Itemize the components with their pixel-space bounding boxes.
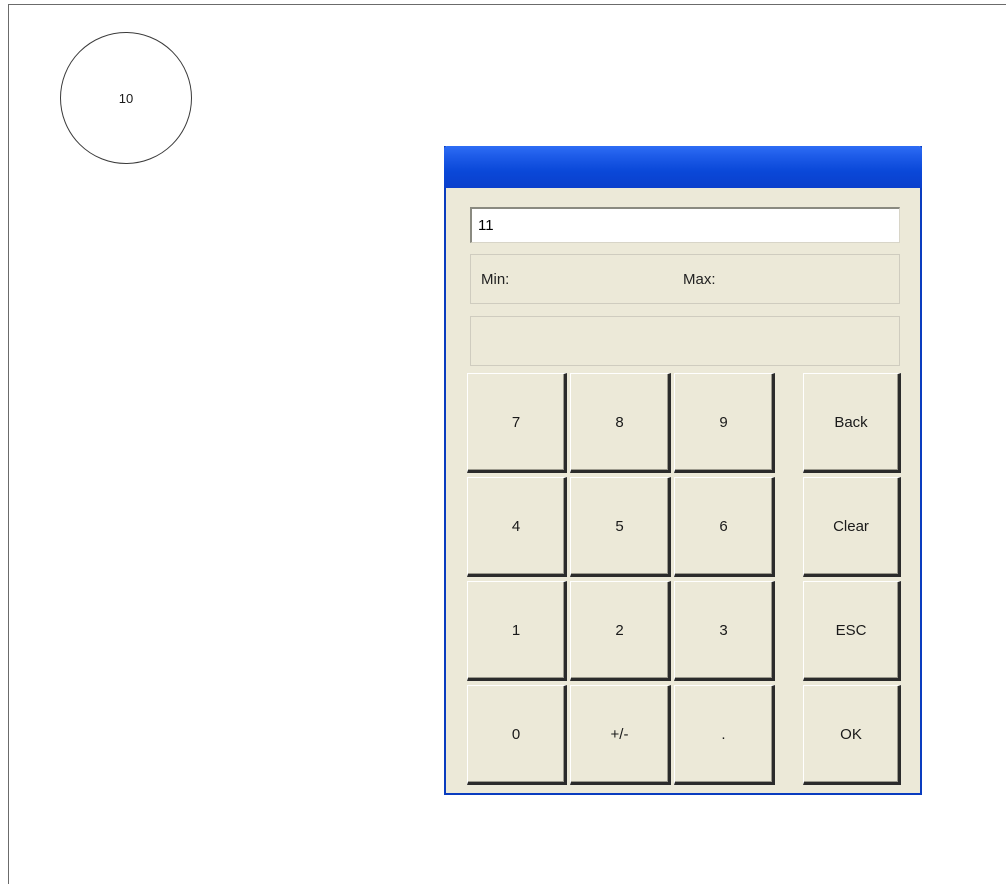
esc-button[interactable]: ESC (803, 581, 901, 681)
key-9[interactable]: 9 (674, 373, 775, 473)
message-panel (470, 316, 900, 366)
key-7[interactable]: 7 (467, 373, 567, 473)
key-8[interactable]: 8 (570, 373, 671, 473)
back-button[interactable]: Back (803, 373, 901, 473)
key-5[interactable]: 5 (570, 477, 671, 577)
circle-node[interactable]: 10 (60, 32, 192, 164)
dialog-titlebar[interactable] (444, 146, 922, 188)
key-4[interactable]: 4 (467, 477, 567, 577)
key-2[interactable]: 2 (570, 581, 671, 681)
key-1[interactable]: 1 (467, 581, 567, 681)
key-0[interactable]: 0 (467, 685, 567, 785)
clear-button[interactable]: Clear (803, 477, 901, 577)
max-label: Max: (683, 271, 716, 288)
value-input[interactable] (470, 207, 900, 243)
circle-label: 10 (118, 90, 134, 106)
ok-button[interactable]: OK (803, 685, 901, 785)
key-6[interactable]: 6 (674, 477, 775, 577)
numpad-dialog: Min: Max: 7 8 9 Back 4 5 6 Clear 1 2 3 E… (444, 146, 922, 795)
decimal-point-button[interactable]: . (674, 685, 775, 785)
min-label: Min: (481, 271, 510, 288)
key-3[interactable]: 3 (674, 581, 775, 681)
range-panel: Min: Max: (470, 254, 900, 304)
sign-toggle-button[interactable]: +/- (570, 685, 671, 785)
